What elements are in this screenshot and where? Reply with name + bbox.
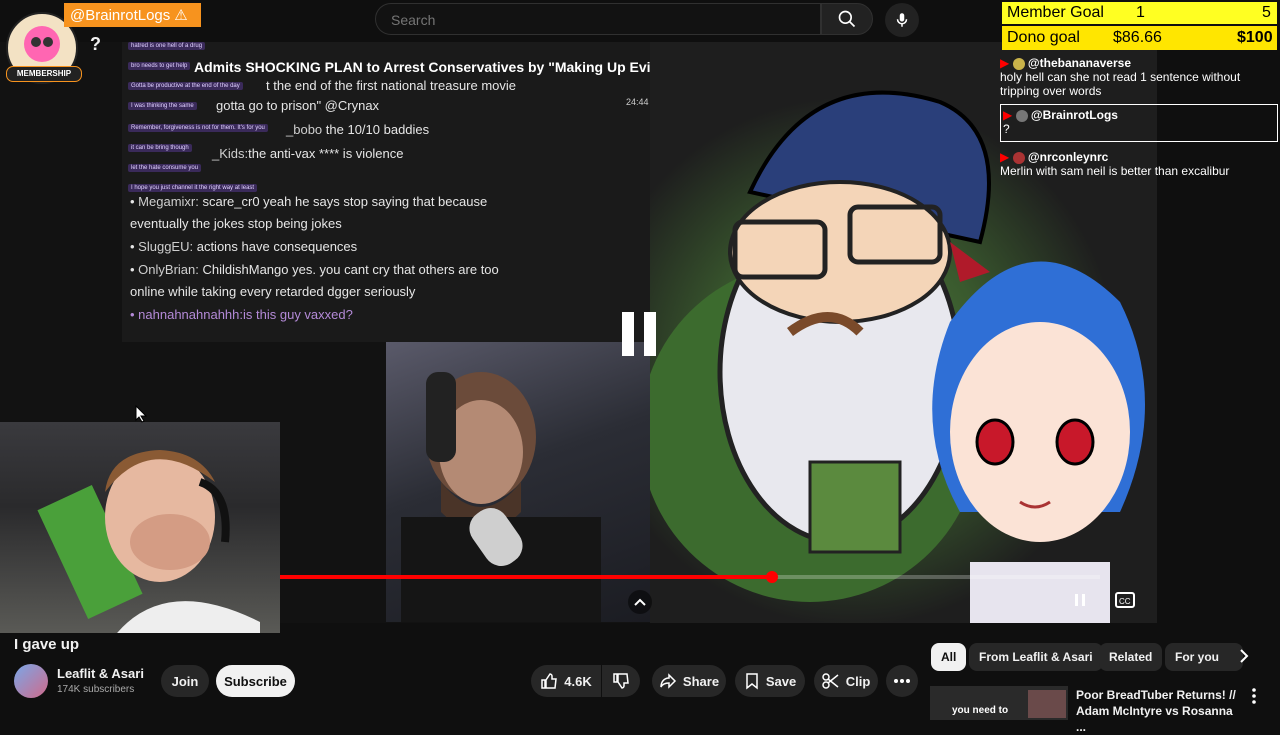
more-actions-button[interactable] (886, 665, 918, 697)
inner-video-frame: Admits SHOCKING PLAN to Arrest Conservat… (122, 42, 698, 342)
channel-name[interactable]: Leaflit & Asari (57, 666, 144, 681)
small-note: I hope you just channel it the right way… (128, 184, 258, 192)
settings-button[interactable] (1151, 586, 1157, 614)
chip-from-channel[interactable]: From Leaflit & Asari (969, 643, 1103, 671)
captions-button[interactable]: CC (1111, 586, 1139, 614)
join-button[interactable]: Join (161, 665, 209, 697)
small-note: let the hate consume you (128, 164, 202, 172)
stream-chat-message: ▶ @thebananaverse holy hell can she not … (1000, 56, 1241, 98)
membership-badge: MEMBERSHIP (6, 66, 82, 82)
inner-chat-line: • nahnahnahnahhh:is this guy vaxxed? (130, 307, 353, 322)
mouse-cursor (135, 404, 148, 428)
inner-chat-line: eventually the jokes stop being jokes (130, 216, 342, 231)
streamer-webcam-image (0, 422, 280, 633)
voice-search-button[interactable] (885, 3, 919, 37)
more-horizontal-icon (894, 679, 910, 683)
small-note: hatred is one hell of a drug (128, 42, 206, 50)
help-icon: ? (90, 34, 101, 54)
chevron-up-button[interactable] (628, 590, 652, 614)
recommended-thumbnail[interactable]: you need to (930, 686, 1068, 720)
recommended-menu-button[interactable] (1252, 688, 1256, 709)
inner-chat-line: • OnlyBrian: ChildishMango yes. you cant… (130, 262, 499, 277)
dono-goal-bar: Dono goal $86.66 $100 (1002, 26, 1277, 50)
chip-related[interactable]: Related (1099, 643, 1163, 671)
video-title: I gave up (14, 636, 80, 653)
stream-chat-message: ▶ @nrconleynrc Merlin with sam neil is b… (1000, 150, 1230, 178)
microphone-icon (896, 13, 908, 27)
channel-avatar[interactable] (14, 664, 48, 698)
thumbs-up-icon (541, 673, 558, 689)
small-note: Gotta be productive at the end of the da… (128, 82, 243, 90)
inner-chat-line: gotta go to prison" @Crynax (216, 98, 380, 113)
pause-button[interactable] (620, 310, 658, 363)
clip-button[interactable]: Clip (814, 665, 878, 697)
streamer-cam-image (386, 342, 650, 622)
gear-icon (1155, 590, 1157, 610)
stream-chat-message-highlight: ▶ @BrainrotLogs ? (1000, 104, 1278, 142)
member-goal-bar: Member Goal 1 5 (1002, 2, 1277, 24)
scissors-icon (821, 673, 839, 689)
pause-icon (622, 312, 656, 356)
small-note: I was thinking the same (128, 102, 197, 110)
inner-chat-line: online while taking every retarded dgger… (130, 284, 416, 299)
share-icon (660, 673, 676, 689)
inner-chat-line: _Kids:the anti-vax **** is violence (212, 146, 404, 161)
small-note: Remember, forgiveness is not for them. I… (128, 124, 268, 132)
more-vertical-icon (1252, 688, 1256, 704)
inner-video-title: Admits SHOCKING PLAN to Arrest Conservat… (194, 59, 698, 75)
progress-scrubber[interactable] (766, 571, 778, 583)
inner-chat-line: • Megamixr: scare_cr0 yeah he says stop … (130, 194, 488, 209)
small-note: bro needs to get help (128, 62, 191, 70)
bookmark-icon (746, 673, 758, 690)
share-button[interactable]: Share (652, 665, 726, 697)
search-button[interactable] (821, 3, 873, 35)
chip-all[interactable]: All (931, 643, 967, 671)
save-button[interactable]: Save (735, 665, 805, 697)
inner-chat-line: • SluggEU: actions have consequences (130, 239, 358, 254)
chevron-right-icon (1240, 649, 1249, 663)
inner-video-time: 24:44 (626, 97, 649, 107)
pause-control-button[interactable] (1066, 586, 1094, 614)
captions-icon: CC (1115, 592, 1135, 608)
subscribe-button[interactable]: Subscribe (216, 665, 295, 697)
pause-small-icon (1075, 594, 1085, 606)
chip-for-you[interactable]: For you (1165, 643, 1243, 671)
dislike-button[interactable] (602, 665, 640, 697)
small-note: it can be bring though (128, 144, 192, 152)
search-icon (838, 10, 856, 28)
inner-chat-line: _bobo the 10/10 baddies (286, 122, 430, 137)
chips-next-button[interactable] (1236, 648, 1252, 669)
search-box[interactable] (375, 3, 821, 35)
svg-text:CC: CC (1119, 597, 1131, 606)
inner-chat-line: t the end of the first national treasure… (266, 78, 517, 93)
subscriber-count: 174K subscribers (57, 684, 135, 695)
progress-played (280, 575, 772, 579)
like-button[interactable]: 4.6K (531, 665, 601, 697)
recommended-title[interactable]: Poor BreadTuber Returns! // Adam McIntyr… (1076, 687, 1236, 735)
chevron-up-icon (634, 598, 646, 606)
search-input[interactable] (389, 11, 793, 29)
brainrot-handle-banner: @BrainrotLogs ⚠ (64, 3, 201, 27)
thumbs-down-icon (613, 673, 629, 689)
